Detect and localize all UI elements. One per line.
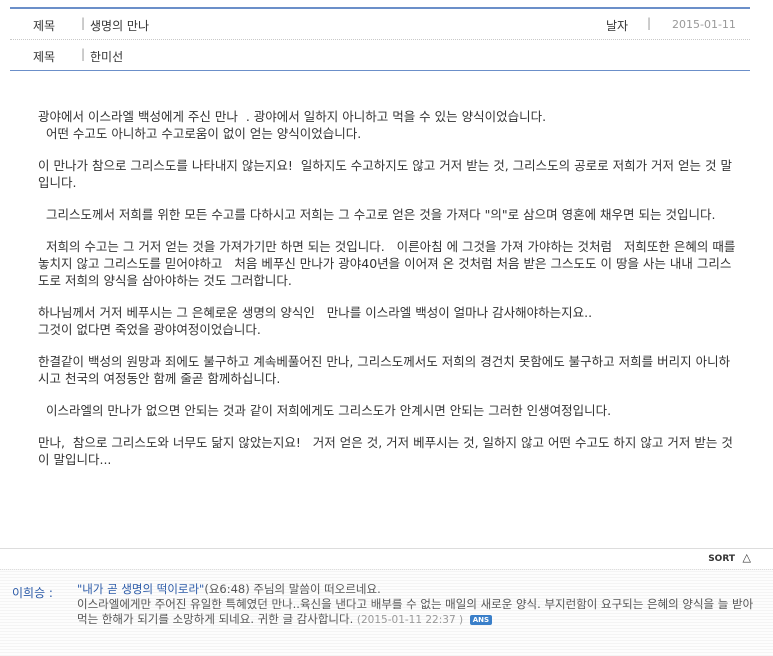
comment-text-first: (요6:48) 주님의 말씀이 떠오르네요. xyxy=(204,582,381,596)
content-paragraph: 한결같이 백성의 원망과 죄에도 불구하고 계속베풀어진 만나, 그리스도께서도… xyxy=(38,354,731,386)
comment-body: "내가 곧 생명의 떡이로라"(요6:48) 주님의 말씀이 떠오르네요. 이스… xyxy=(77,582,757,628)
content-paragraph: 저희의 수고는 그 거저 얻는 것을 가져가기만 하면 되는 것입니다. 이른아… xyxy=(38,239,740,288)
triangle-up-icon[interactable]: △ xyxy=(743,551,751,564)
content-paragraph: 하나님께서 거저 베푸시는 그 은혜로운 생명의 양식인 만나를 이스라엘 백성… xyxy=(38,305,593,337)
comment-date: (2015-01-11 22:37 ) xyxy=(356,614,464,626)
comment-quote: "내가 곧 생명의 떡이로라" xyxy=(77,582,205,596)
sort-button[interactable]: SORT xyxy=(708,554,735,564)
post-content: 광야에서 이스라엘 백성에게 주신 만나 . 광야에서 일하지 아니하고 먹을 … xyxy=(38,108,738,483)
date-label: 날자 xyxy=(606,19,629,33)
author-separator: | xyxy=(81,47,86,61)
post-author: 한미선 xyxy=(90,50,124,64)
sort-bar: SORT △ xyxy=(0,549,773,569)
post-author-row: 제목 | 한미선 xyxy=(10,40,750,71)
comment-list: 이희승 : "내가 곧 생명의 떡이로라"(요6:48) 주님의 말씀이 떠오르… xyxy=(0,569,773,656)
post-date: 2015-01-11 xyxy=(672,18,736,31)
post-title: 생명의 만나 xyxy=(90,19,150,33)
title-separator: | xyxy=(81,16,86,30)
content-paragraph: 이 만나가 참으로 그리스도를 나타내지 않는지요! 일하지도 수고하지도 않고… xyxy=(38,158,732,190)
title-label: 제목 xyxy=(33,19,56,33)
content-paragraph: 광야에서 이스라엘 백성에게 주신 만나 . 광야에서 일하지 아니하고 먹을 … xyxy=(38,109,547,141)
comment-author: 이희승 : xyxy=(12,586,53,600)
content-paragraph: 이스라엘의 만나가 없으면 안되는 것과 같이 저희에게도 그리스도가 안계시면… xyxy=(38,403,612,418)
author-label: 제목 xyxy=(33,50,56,64)
answer-button[interactable]: ANS xyxy=(469,614,493,625)
date-separator: | xyxy=(647,16,652,30)
content-paragraph: 그리스도께서 저희를 위한 모든 수고를 다하시고 저희는 그 수고로 얻은 것… xyxy=(38,207,716,222)
content-paragraph: 만나, 참으로 그리스도와 너무도 닮지 않았는지요! 거저 얻은 것, 거저 … xyxy=(38,435,733,467)
post-header-row: 제목 | 생명의 만나 날자 | 2015-01-11 xyxy=(10,9,750,40)
